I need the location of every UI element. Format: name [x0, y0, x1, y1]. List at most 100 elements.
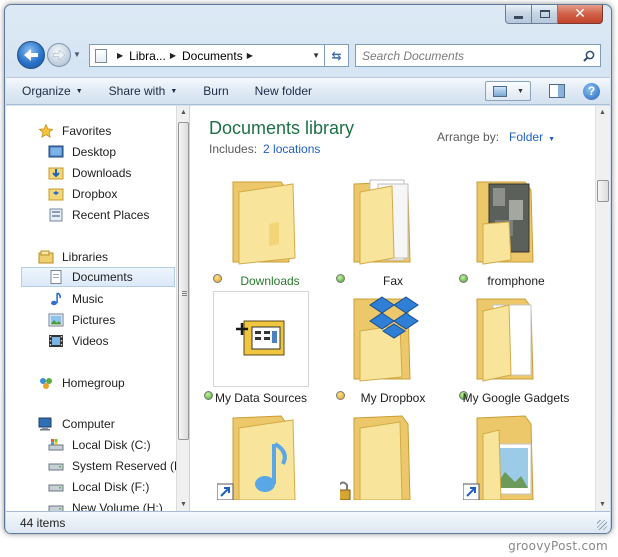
locations-link[interactable]: 2 locations	[263, 142, 320, 156]
nav-label: Documents	[72, 270, 133, 284]
nav-computer[interactable]: Computer	[38, 414, 115, 434]
resize-grip-icon[interactable]	[597, 520, 607, 530]
nav-label: Dropbox	[72, 187, 118, 201]
forward-button[interactable]	[47, 43, 71, 67]
breadcrumb-documents[interactable]: Documents	[182, 49, 243, 63]
help-icon[interactable]: ?	[583, 82, 600, 100]
scroll-down-icon[interactable]: ▼	[180, 501, 187, 508]
watermark-text: groovyPost.com	[508, 539, 608, 553]
library-title: Documents library	[209, 118, 355, 138]
burn-button[interactable]: Burn	[203, 84, 228, 98]
scroll-up-icon[interactable]: ▲	[180, 109, 187, 116]
data-sources-icon	[236, 320, 285, 356]
nav-music[interactable]: Music	[48, 289, 103, 309]
nav-label: Homegroup	[62, 376, 125, 390]
view-icon	[493, 85, 507, 97]
close-icon: ✕	[574, 5, 586, 22]
item-label: fromphone	[487, 274, 545, 288]
explorer-window: ✕ ▼ ▶ Libra... ▶ Documents ▶ ▼ ⇆ Organiz…	[4, 4, 612, 534]
folder-item[interactable]	[332, 408, 454, 511]
breadcrumb-chevron-icon[interactable]: ▶	[247, 51, 253, 60]
music-folder-icon	[217, 415, 296, 500]
item-label: My Google Gadgets	[462, 391, 570, 405]
chevron-down-icon[interactable]: ▼	[517, 88, 524, 95]
folder-shortcut-item[interactable]	[455, 408, 577, 511]
folder-icon	[353, 179, 411, 265]
folder-item[interactable]: Downloads	[209, 174, 331, 294]
breadcrumb-chevron-icon[interactable]: ▶	[117, 51, 123, 60]
homegroup-icon	[40, 378, 52, 389]
chevron-down-icon: ▼	[170, 87, 178, 95]
nav-homegroup[interactable]: Homegroup	[38, 373, 125, 393]
share-with-label: Share with	[108, 84, 166, 98]
chevron-down-icon[interactable]: ▼	[548, 136, 555, 143]
nav-disk-c[interactable]: Local Disk (C:)	[48, 435, 151, 455]
file-list-scrollbar[interactable]: ▲ ▼	[595, 106, 610, 511]
nav-system-reserved[interactable]: System Reserved (E:	[48, 456, 176, 476]
folder-item[interactable]: fromphone	[455, 174, 577, 294]
folder-item[interactable]: My Google Gadgets	[455, 291, 577, 411]
preview-pane-icon[interactable]	[549, 84, 565, 98]
scrollbar-thumb[interactable]	[597, 180, 609, 202]
nav-downloads[interactable]: Downloads	[48, 163, 131, 183]
pictures-folder-icon	[463, 415, 534, 500]
recent-pages-dropdown[interactable]: ▼	[73, 50, 81, 59]
data-sources-item[interactable]: My Data Sources	[200, 291, 322, 411]
nav-videos[interactable]: Videos	[48, 331, 108, 351]
star-icon	[38, 124, 54, 138]
nav-label: Favorites	[62, 124, 112, 138]
nav-label: Local Disk (C:)	[72, 438, 151, 452]
scroll-up-icon[interactable]: ▲	[599, 109, 606, 116]
dropbox-folder-icon	[353, 296, 419, 382]
chevron-down-icon: ▼	[75, 87, 83, 95]
pictures-icon	[48, 313, 64, 327]
item-label: Downloads	[240, 274, 300, 288]
nav-dropbox[interactable]: Dropbox	[48, 184, 117, 204]
close-button[interactable]: ✕	[558, 5, 603, 24]
nav-label: Desktop	[72, 145, 117, 159]
nav-pictures[interactable]: Pictures	[48, 310, 115, 330]
navigation-scrollbar[interactable]: ▲ ▼	[176, 106, 190, 511]
maximize-icon	[539, 9, 550, 18]
nav-label: Libraries	[62, 250, 109, 264]
search-input[interactable]	[356, 45, 578, 66]
maximize-button[interactable]	[532, 5, 558, 24]
nav-documents[interactable]: Documents	[21, 267, 175, 287]
nav-new-volume[interactable]: New Volume (H:)	[48, 498, 163, 511]
address-bar[interactable]: ▶ Libra... ▶ Documents ▶ ▼	[89, 44, 325, 67]
new-folder-button[interactable]: New folder	[255, 84, 312, 98]
organize-button[interactable]: Organize ▼	[22, 84, 83, 98]
breadcrumb-libraries[interactable]: Libra...	[129, 49, 166, 63]
includes-label: Includes:	[209, 142, 258, 156]
nav-favorites[interactable]: Favorites	[38, 121, 111, 141]
search-icon[interactable]	[578, 50, 600, 62]
documents-icon	[50, 270, 62, 284]
libraries-icon	[38, 250, 54, 264]
forward-arrow-icon	[53, 50, 65, 60]
share-with-button[interactable]: Share with ▼	[109, 84, 178, 98]
nav-desktop[interactable]: Desktop	[48, 142, 116, 162]
minimize-button[interactable]	[505, 5, 532, 24]
scroll-down-icon[interactable]: ▼	[599, 501, 606, 508]
folder-shortcut-item[interactable]	[209, 408, 331, 511]
item-count: 44 items	[20, 515, 66, 530]
address-dropdown-icon[interactable]: ▼	[312, 51, 320, 60]
nav-disk-f[interactable]: Local Disk (F:)	[48, 477, 149, 497]
locked-folder-icon	[340, 415, 411, 500]
breadcrumb-chevron-icon[interactable]: ▶	[170, 51, 176, 60]
nav-recent-places[interactable]: Recent Places	[48, 205, 149, 225]
arrange-dropdown[interactable]: Folder	[509, 130, 543, 144]
folder-item[interactable]: Fax	[332, 174, 454, 294]
folder-item[interactable]: My Dropbox	[332, 291, 454, 411]
view-controls: ▼ ?	[485, 81, 600, 101]
scrollbar-thumb[interactable]	[178, 122, 189, 440]
back-button[interactable]	[17, 41, 45, 69]
change-view-button[interactable]: ▼	[485, 81, 531, 101]
search-box	[355, 44, 601, 67]
refresh-button[interactable]: ⇆	[325, 44, 349, 67]
nav-libraries[interactable]: Libraries	[38, 247, 108, 267]
computer-icon	[38, 417, 52, 431]
downloads-folder-icon	[48, 167, 64, 180]
drive-icon	[48, 484, 64, 492]
nav-label: Pictures	[72, 313, 116, 327]
